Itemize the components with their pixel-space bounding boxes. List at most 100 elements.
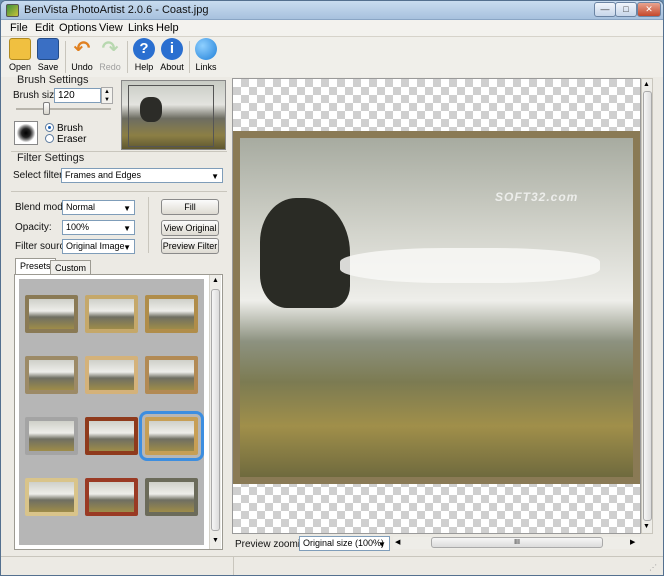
links-label: Links <box>195 62 217 72</box>
redo-button[interactable]: ↷ Redo <box>95 38 125 76</box>
tab-custom[interactable]: Custom <box>50 260 92 275</box>
preview-vertical-scrollbar[interactable]: ▲ ▼ <box>641 78 653 534</box>
chevron-down-icon: ▼ <box>123 224 131 233</box>
filter-source-value: Original Image <box>66 241 125 251</box>
view-original-button[interactable]: View Original <box>161 220 219 236</box>
status-bar: ⋰ <box>1 556 663 575</box>
preview-horizontal-scrollbar[interactable]: ◀ III ▶ <box>393 537 640 549</box>
menu-help[interactable]: Help <box>156 22 179 34</box>
fill-button[interactable]: Fill <box>161 199 219 215</box>
scroll-down-icon[interactable]: ▼ <box>643 523 650 530</box>
preset-thumbnail[interactable] <box>145 478 198 516</box>
chevron-down-icon: ▼ <box>211 172 219 181</box>
filter-select[interactable]: Frames and Edges ▼ <box>61 168 223 183</box>
chevron-down-icon: ▼ <box>123 204 131 213</box>
navigator-thumbnail[interactable] <box>121 80 226 150</box>
tree-silhouette <box>260 198 350 308</box>
toolbar: Open Save ↶ Undo ↷ Redo ? Help i About L… <box>1 37 663 77</box>
preset-thumbnail[interactable] <box>85 356 138 394</box>
eraser-mode-label: Eraser <box>57 134 87 145</box>
undo-button[interactable]: ↶ Undo <box>67 38 97 76</box>
app-window: BenVista PhotoArtist 2.0.6 - Coast.jpg —… <box>0 0 664 576</box>
resize-grip-icon[interactable]: ⋰ <box>649 563 657 572</box>
scroll-left-icon[interactable]: ◀ <box>395 538 400 546</box>
preset-thumbnail[interactable] <box>25 356 78 394</box>
scroll-down-icon[interactable]: ▼ <box>212 537 219 544</box>
menu-view[interactable]: View <box>99 22 123 34</box>
menu-file[interactable]: File <box>10 22 28 34</box>
presets-panel: ▲ ▼ <box>14 274 223 550</box>
brush-size-slider-thumb[interactable] <box>43 102 50 115</box>
save-label: Save <box>37 62 59 72</box>
presets-scrollbar[interactable]: ▲ ▼ <box>209 275 221 549</box>
watermark-text: SOFT32.com <box>495 190 579 204</box>
preset-thumbnail[interactable] <box>85 417 138 455</box>
globe-icon <box>195 38 217 60</box>
brush-size-input[interactable]: 120 <box>54 88 101 103</box>
info-icon: i <box>161 38 183 60</box>
mist-area <box>340 248 600 283</box>
eraser-mode-radio[interactable]: Eraser <box>45 134 86 145</box>
opacity-select[interactable]: 100% ▼ <box>62 220 135 235</box>
chevron-down-icon: ▼ <box>123 243 131 252</box>
undo-arrow-icon: ↶ <box>73 38 91 60</box>
navigator-viewport-box[interactable] <box>128 85 214 147</box>
title-bar: BenVista PhotoArtist 2.0.6 - Coast.jpg —… <box>1 1 663 20</box>
toolbar-separator <box>65 41 66 73</box>
preset-thumbnail[interactable] <box>25 417 78 455</box>
preset-thumbnail[interactable] <box>85 478 138 516</box>
redo-arrow-icon: ↷ <box>101 38 119 60</box>
undo-label: Undo <box>71 62 93 72</box>
preview-zoom-select[interactable]: Original size (100%) ▼ <box>299 536 390 551</box>
menu-links[interactable]: Links <box>128 22 154 34</box>
filter-select-value: Frames and Edges <box>65 170 142 180</box>
filter-source-select[interactable]: Original Image ▼ <box>62 239 135 254</box>
redo-label: Redo <box>99 62 121 72</box>
menu-bar: File Edit Options View Links Help <box>1 20 663 37</box>
save-button[interactable]: Save <box>33 38 63 76</box>
help-button[interactable]: ? Help <box>129 38 159 76</box>
chevron-down-icon: ▼ <box>378 540 386 549</box>
divider <box>148 197 149 253</box>
close-button[interactable]: ✕ <box>637 2 661 17</box>
brush-mode-label: Brush <box>57 123 84 134</box>
preset-thumbnail[interactable] <box>139 411 204 461</box>
help-label: Help <box>134 62 154 72</box>
preset-thumbnail[interactable] <box>25 478 78 516</box>
preview-zoom-value: Original size (100%) <box>303 538 385 548</box>
blend-mode-select[interactable]: Normal ▼ <box>62 200 135 215</box>
window-title: BenVista PhotoArtist 2.0.6 - Coast.jpg <box>24 4 209 16</box>
opacity-label: Opacity: <box>15 222 52 233</box>
preview-hscroll-thumb[interactable]: III <box>431 537 603 548</box>
framed-image: SOFT32.com <box>233 131 640 484</box>
about-button[interactable]: i About <box>157 38 187 76</box>
preview-filter-button[interactable]: Preview Filter <box>161 238 219 254</box>
preview-vscroll-thumb[interactable] <box>643 91 652 521</box>
toolbar-separator <box>189 41 190 73</box>
divider <box>11 191 227 192</box>
brush-size-spinner[interactable]: ▲ ▼ <box>101 87 113 104</box>
preset-thumbnail[interactable] <box>145 295 198 333</box>
menu-options[interactable]: Options <box>59 22 97 34</box>
floppy-disk-icon <box>37 38 59 60</box>
app-logo-icon <box>6 4 19 17</box>
preset-thumbnail[interactable] <box>25 295 78 333</box>
blend-mode-value: Normal <box>66 202 96 212</box>
minimize-button[interactable]: — <box>594 2 616 17</box>
links-button[interactable]: Links <box>191 38 221 76</box>
scroll-up-icon[interactable]: ▲ <box>643 81 650 88</box>
scroll-right-icon[interactable]: ▶ <box>630 538 635 546</box>
radio-selected-icon <box>45 123 54 132</box>
brush-mode-radio[interactable]: Brush <box>45 123 83 134</box>
image-preview[interactable]: SOFT32.com <box>232 78 641 534</box>
select-filter-label: Select filter: <box>13 170 66 181</box>
open-button[interactable]: Open <box>5 38 35 76</box>
menu-edit[interactable]: Edit <box>35 22 54 34</box>
preset-thumbnail[interactable] <box>145 356 198 394</box>
brush-shape-preview[interactable] <box>14 121 38 145</box>
maximize-button[interactable]: □ <box>615 2 637 17</box>
scroll-up-icon[interactable]: ▲ <box>212 277 219 284</box>
preset-thumbnail[interactable] <box>85 295 138 333</box>
presets-scroll-thumb[interactable] <box>211 289 220 531</box>
help-question-icon: ? <box>133 38 155 60</box>
